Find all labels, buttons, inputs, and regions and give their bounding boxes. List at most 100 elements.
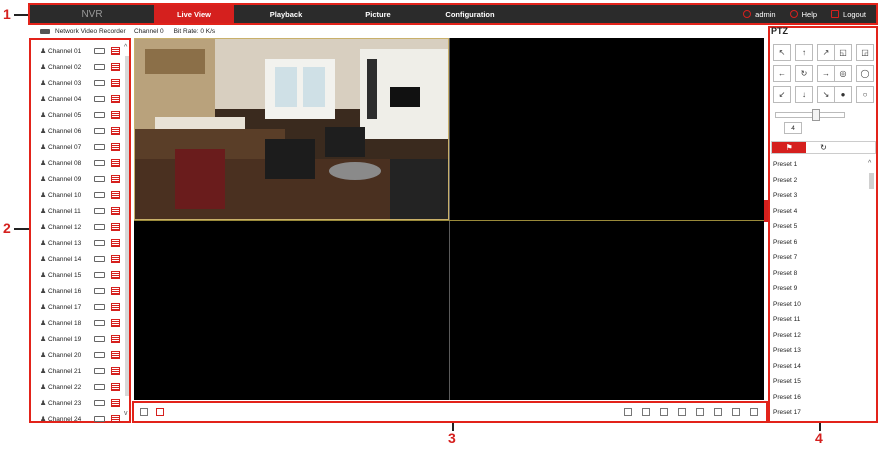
channel-item[interactable]: ♟ Channel 11 — [40, 203, 122, 219]
stream-icon[interactable] — [111, 175, 120, 183]
channel-item[interactable]: ♟ Channel 13 — [40, 235, 122, 251]
stream-icon[interactable] — [111, 47, 120, 55]
channel-item[interactable]: ♟ Channel 02 — [40, 59, 122, 75]
preset-item[interactable]: Preset 15 — [773, 374, 865, 390]
record-icon[interactable] — [94, 288, 105, 294]
channel-item[interactable]: ♟ Channel 04 — [40, 91, 122, 107]
record-icon[interactable] — [94, 176, 105, 182]
preset-item[interactable]: Preset 7 — [773, 250, 865, 266]
record-icon[interactable] — [94, 400, 105, 406]
preset-item[interactable]: Preset 4 — [773, 204, 865, 220]
ptz-down-button[interactable]: ↓ — [795, 86, 813, 103]
play-icon[interactable] — [624, 408, 632, 416]
ptz-left-button[interactable]: ← — [773, 65, 791, 82]
channel-item[interactable]: ♟ Channel 18 — [40, 315, 122, 331]
record-icon[interactable] — [94, 384, 105, 390]
preset-item[interactable]: Preset 12 — [773, 328, 865, 344]
record-icon[interactable] — [94, 80, 105, 86]
record-icon[interactable] — [94, 208, 105, 214]
split-screen-icon[interactable] — [140, 408, 148, 416]
channel-item[interactable]: ♟ Channel 14 — [40, 251, 122, 267]
live-video-channel-1[interactable] — [134, 38, 449, 220]
stream-icon[interactable] — [111, 143, 120, 151]
record-icon[interactable] — [94, 416, 105, 422]
stream-icon[interactable] — [111, 303, 120, 311]
record-icon[interactable] — [94, 352, 105, 358]
iris-open-icon[interactable]: ○ — [856, 86, 874, 103]
zoom-in-icon[interactable]: ◲ — [856, 44, 874, 61]
stream-icon[interactable] — [111, 319, 120, 327]
stream-icon[interactable] — [111, 191, 120, 199]
tab-cruise[interactable]: ↻ — [806, 142, 840, 153]
ptz-down-right-button[interactable]: ↘ — [817, 86, 835, 103]
record-icon[interactable] — [94, 240, 105, 246]
stream-icon[interactable] — [111, 111, 120, 119]
stream-icon[interactable] — [111, 255, 120, 263]
ptz-up-right-button[interactable]: ↗ — [817, 44, 835, 61]
channel-item[interactable]: ♟ Channel 12 — [40, 219, 122, 235]
preset-item[interactable]: Preset 17 — [773, 405, 865, 421]
channel-item[interactable]: ♟ Channel 19 — [40, 331, 122, 347]
channel-item[interactable]: ♟ Channel 23 — [40, 395, 122, 411]
volume-up-icon[interactable] — [714, 408, 722, 416]
channel-item[interactable]: ♟ Channel 17 — [40, 299, 122, 315]
stream-icon[interactable] — [111, 383, 120, 391]
ptz-up-button[interactable]: ↑ — [795, 44, 813, 61]
channel-item[interactable]: ♟ Channel 10 — [40, 187, 122, 203]
preset-item[interactable]: Preset 5 — [773, 219, 865, 235]
fullscreen-icon[interactable] — [750, 408, 758, 416]
stream-icon[interactable] — [111, 399, 120, 407]
capture-icon[interactable] — [642, 408, 650, 416]
stream-icon[interactable] — [111, 95, 120, 103]
record-icon[interactable] — [94, 48, 105, 54]
record-icon[interactable] — [94, 320, 105, 326]
channel-item[interactable]: ♟ Channel 16 — [40, 283, 122, 299]
tab-empty[interactable] — [841, 142, 875, 153]
preset-item[interactable]: Preset 14 — [773, 359, 865, 375]
channel-item[interactable]: ♟ Channel 24 — [40, 411, 122, 427]
stream-icon[interactable] — [111, 351, 120, 359]
record-icon[interactable] — [660, 408, 668, 416]
channel-item[interactable]: ♟ Channel 06 — [40, 123, 122, 139]
iris-close-icon[interactable]: ● — [834, 86, 852, 103]
channel-scrollbar[interactable] — [125, 56, 129, 396]
preset-item[interactable]: Preset 1 — [773, 157, 865, 173]
preset-item[interactable]: Preset 9 — [773, 281, 865, 297]
record-icon[interactable] — [94, 144, 105, 150]
record-icon[interactable] — [94, 112, 105, 118]
record-icon[interactable] — [94, 304, 105, 310]
channel-item[interactable]: ♟ Channel 21 — [40, 363, 122, 379]
channel-item[interactable]: ♟ Channel 07 — [40, 139, 122, 155]
ptz-speed-knob[interactable] — [812, 109, 820, 121]
channel-item[interactable]: ♟ Channel 15 — [40, 267, 122, 283]
preset-item[interactable]: Preset 2 — [773, 173, 865, 189]
zoom-out-icon[interactable]: ◱ — [834, 44, 852, 61]
audio-icon[interactable] — [732, 408, 740, 416]
preset-item[interactable]: Preset 11 — [773, 312, 865, 328]
channel-item[interactable]: ♟ Channel 03 — [40, 75, 122, 91]
stream-icon[interactable] — [111, 223, 120, 231]
tab-presets[interactable]: ⚑ — [772, 142, 807, 153]
preset-item[interactable]: Preset 13 — [773, 343, 865, 359]
volume-down-icon[interactable] — [696, 408, 704, 416]
scroll-down-icon[interactable]: v — [124, 410, 128, 417]
record-icon[interactable] — [94, 272, 105, 278]
device-header[interactable]: Network Video Recorder — [40, 28, 126, 35]
ptz-speed-slider[interactable] — [775, 112, 845, 118]
stream-icon[interactable] — [111, 159, 120, 167]
channel-item[interactable]: ♟ Channel 22 — [40, 379, 122, 395]
channel-item[interactable]: ♟ Channel 09 — [40, 171, 122, 187]
stream-type-icon[interactable] — [156, 408, 164, 416]
stream-icon[interactable] — [111, 79, 120, 87]
focus-near-icon[interactable]: ◎ — [834, 65, 852, 82]
record-icon[interactable] — [94, 96, 105, 102]
preset-item[interactable]: Preset 6 — [773, 235, 865, 251]
ptz-panel-toggle[interactable] — [764, 200, 768, 222]
record-icon[interactable] — [94, 160, 105, 166]
record-icon[interactable] — [94, 128, 105, 134]
channel-item[interactable]: ♟ Channel 08 — [40, 155, 122, 171]
stream-icon[interactable] — [111, 367, 120, 375]
preset-item[interactable]: Preset 10 — [773, 297, 865, 313]
record-icon[interactable] — [94, 192, 105, 198]
stream-icon[interactable] — [111, 287, 120, 295]
